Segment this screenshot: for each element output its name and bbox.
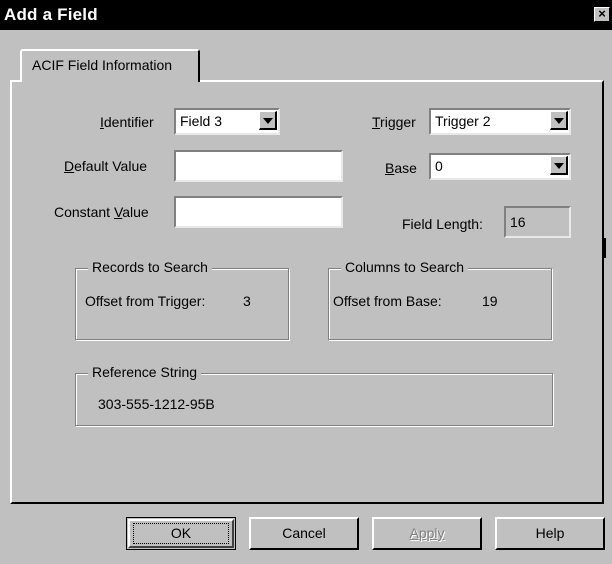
chevron-down-icon — [554, 118, 564, 124]
offset-from-base-value: 19 — [482, 293, 498, 309]
identifier-value: Field 3 — [180, 113, 223, 129]
constant-value-input[interactable] — [174, 196, 343, 228]
default-value-input[interactable] — [174, 150, 343, 182]
close-icon: × — [598, 6, 606, 21]
chevron-down-icon — [263, 118, 273, 124]
reference-string-value: 303-555-1212-95B — [98, 396, 215, 412]
apply-button[interactable]: Apply — [372, 517, 482, 550]
title-bar[interactable]: Add a Field × — [0, 0, 612, 30]
trigger-dropdown-button[interactable] — [550, 111, 568, 130]
offset-from-trigger-value: 3 — [243, 293, 251, 309]
columns-to-search-title: Columns to Search — [341, 259, 469, 275]
add-field-dialog: Add a Field × ACIF Field Information Ide… — [0, 0, 612, 564]
records-to-search-group: Records to Search Offset from Trigger: 3 — [75, 259, 289, 340]
ok-button[interactable]: OK — [126, 517, 236, 550]
base-label: Base — [385, 160, 417, 176]
reference-string-group: Reference String 303-555-1212-95B — [75, 364, 553, 426]
field-length-label: Field Length: — [402, 216, 483, 232]
columns-to-search-group: Columns to Search Offset from Base: 19 — [328, 259, 552, 340]
trigger-value: Trigger 2 — [435, 113, 491, 129]
constant-value-label: Constant Value — [54, 204, 149, 220]
close-button[interactable]: × — [594, 7, 610, 22]
chevron-down-icon — [554, 163, 564, 169]
ok-button-label: OK — [170, 525, 192, 541]
cancel-button[interactable]: Cancel — [249, 517, 359, 550]
default-value-label: Default Value — [64, 158, 148, 174]
cancel-button-label: Cancel — [282, 525, 326, 541]
identifier-label: Identifier — [100, 114, 154, 130]
identifier-dropdown-button[interactable] — [259, 111, 277, 130]
trigger-label: Trigger — [372, 114, 416, 130]
base-combobox[interactable]: 0 — [429, 153, 571, 180]
base-value: 0 — [435, 158, 443, 174]
window-title: Add a Field — [4, 5, 98, 24]
tab-acif-field-information[interactable]: ACIF Field Information — [20, 49, 200, 82]
identifier-combobox[interactable]: Field 3 — [174, 108, 280, 135]
help-button[interactable]: Help — [495, 517, 605, 550]
help-button-label: Help — [535, 525, 565, 541]
trigger-combobox[interactable]: Trigger 2 — [429, 108, 571, 135]
field-length-display: 16 — [504, 206, 571, 238]
reference-string-title: Reference String — [88, 364, 202, 380]
base-dropdown-button[interactable] — [550, 156, 568, 175]
offset-from-trigger-label: Offset from Trigger: — [85, 293, 206, 309]
field-length-value: 16 — [510, 214, 526, 230]
window-edge-marker — [603, 238, 606, 258]
offset-from-base-label: Offset from Base: — [333, 293, 442, 309]
records-to-search-title: Records to Search — [88, 259, 212, 275]
apply-button-label: Apply — [409, 525, 445, 541]
tab-label: ACIF Field Information — [32, 57, 173, 73]
